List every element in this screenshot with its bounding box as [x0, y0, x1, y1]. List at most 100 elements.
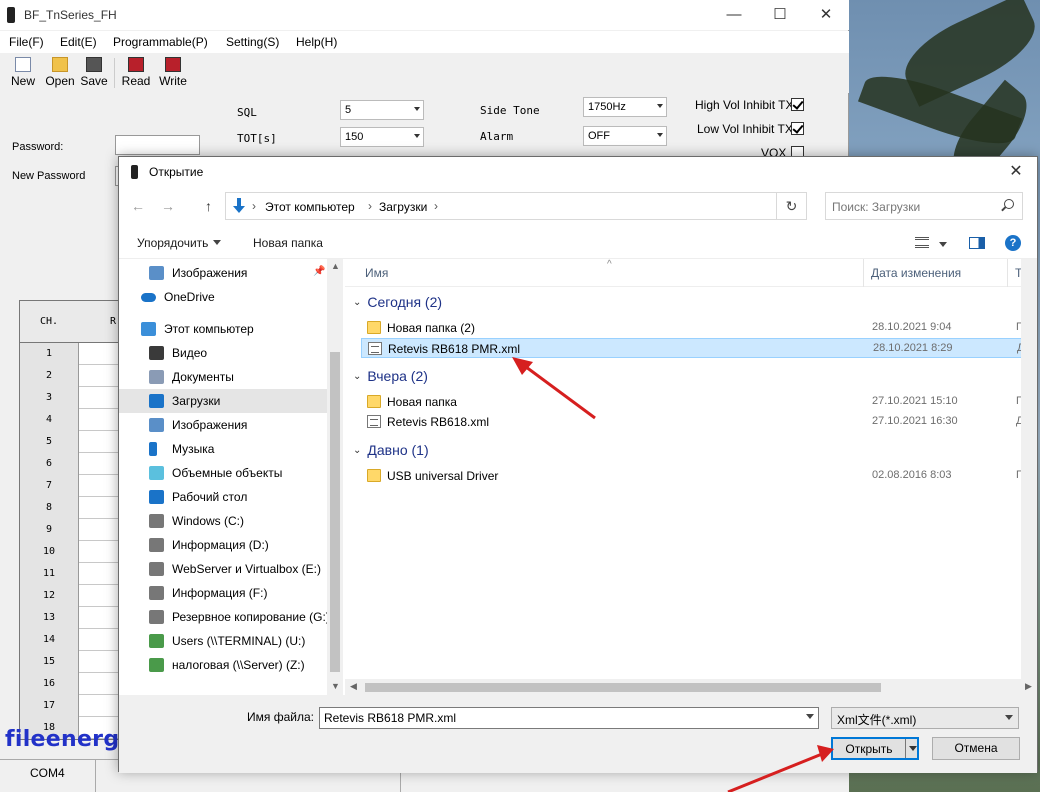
file-row[interactable]: USB universal Driver02.08.2016 8:03Папка [361, 466, 1037, 486]
sidebar-item[interactable]: OneDrive [119, 285, 327, 309]
sidebar-item[interactable]: Музыка [119, 437, 327, 461]
table-row[interactable]: 11 [20, 563, 120, 585]
sidebar-item[interactable]: Объемные объекты [119, 461, 327, 485]
table-row[interactable]: 6 [20, 453, 120, 475]
menu-setting[interactable]: Setting(S) [226, 35, 279, 49]
search-box[interactable]: Поиск: Загрузки [825, 192, 1023, 220]
organize-label: Упорядочить [137, 236, 209, 250]
tot-select[interactable]: 150 [340, 127, 424, 147]
sidebar-item[interactable]: Рабочий стол [119, 485, 327, 509]
low-vol-inhibit-checkbox[interactable] [791, 122, 804, 135]
column-separator[interactable] [1007, 259, 1008, 287]
maximize-button[interactable]: ☐ [757, 0, 803, 30]
table-row[interactable]: 14 [20, 629, 120, 651]
cancel-button[interactable]: Отмена [932, 737, 1020, 760]
filename-history-chevron-icon[interactable] [806, 714, 814, 719]
file-row[interactable]: Новая папка (2)28.10.2021 9:04Папка [361, 318, 1037, 338]
breadcrumb-this-pc[interactable]: Этот компьютер [265, 200, 355, 214]
file-type-filter[interactable]: Xml文件(*.xml) [831, 707, 1019, 729]
file-group-header[interactable]: ⌄ Вчера (2) [353, 368, 428, 384]
sidebar-item[interactable]: Изображения [119, 413, 327, 437]
table-row[interactable]: 9 [20, 519, 120, 541]
table-row[interactable]: 1 [20, 343, 120, 365]
sidebar-item[interactable]: WebServer и Virtualbox (E:) [119, 557, 327, 581]
menu-edit[interactable]: Edit(E) [60, 35, 97, 49]
table-row[interactable]: 5 [20, 431, 120, 453]
table-row[interactable]: 10 [20, 541, 120, 563]
table-row[interactable]: 2 [20, 365, 120, 387]
preview-pane-icon[interactable] [969, 237, 985, 249]
table-row[interactable]: 12 [20, 585, 120, 607]
scroll-right-arrow-icon[interactable]: ▶ [1025, 681, 1032, 692]
open-button[interactable]: Open [44, 57, 76, 88]
close-button[interactable]: ✕ [803, 0, 849, 30]
new-folder-button[interactable]: Новая папка [253, 236, 323, 250]
column-name[interactable]: Имя [365, 266, 388, 280]
column-date[interactable]: Дата изменения [871, 266, 961, 280]
view-mode-icon[interactable] [915, 237, 929, 248]
file-row[interactable]: Retevis RB618.xml27.10.2021 16:30Докумен… [361, 412, 1037, 432]
sidebar-item[interactable]: Информация (D:) [119, 533, 327, 557]
table-row[interactable]: 15 [20, 651, 120, 673]
dialog-close-button[interactable]: ✕ [1003, 161, 1029, 183]
sidebar-item[interactable]: налоговая (\\Server) (Z:) [119, 653, 327, 677]
column-separator[interactable] [863, 259, 864, 287]
open-button[interactable]: Открыть [831, 737, 919, 760]
horizontal-scroll-thumb[interactable] [365, 683, 881, 692]
address-bar[interactable]: › Этот компьютер › Загрузки › ⌄ [225, 192, 872, 220]
table-row[interactable]: 16 [20, 673, 120, 695]
sidebar-item[interactable]: Информация (F:) [119, 581, 327, 605]
filename-input[interactable]: Retevis RB618 PMR.xml [319, 707, 819, 729]
group-collapse-chevron-icon[interactable]: ⌄ [353, 445, 361, 456]
group-collapse-chevron-icon[interactable]: ⌄ [353, 371, 361, 382]
back-arrow-icon[interactable]: ← [131, 198, 145, 214]
pin-icon[interactable]: 📌 [313, 266, 325, 277]
sidebar-item[interactable]: Документы [119, 365, 327, 389]
file-list-horizontal-scrollbar[interactable]: ◀ ▶ [345, 679, 1037, 695]
sidebar-item[interactable]: Этот компьютер [119, 317, 327, 341]
password-input[interactable] [115, 135, 200, 155]
scroll-left-arrow-icon[interactable]: ◀ [350, 681, 357, 692]
file-group-header[interactable]: ⌄ Давно (1) [353, 442, 429, 458]
breadcrumb-downloads[interactable]: Загрузки [379, 200, 427, 214]
save-button[interactable]: Save [80, 57, 108, 88]
minimize-button[interactable]: — [711, 0, 757, 30]
table-row[interactable]: 7 [20, 475, 120, 497]
alarm-select[interactable]: OFF [583, 126, 667, 146]
forward-arrow-icon[interactable]: → [161, 198, 175, 214]
navigation-pane-scroll-thumb[interactable] [330, 352, 340, 672]
file-row[interactable]: Retevis RB618 PMR.xml28.10.2021 8:29Доку… [361, 338, 1037, 358]
help-icon[interactable]: ? [1005, 235, 1021, 251]
sidebar-item[interactable]: Видео [119, 341, 327, 365]
file-row[interactable]: Новая папка27.10.2021 15:10Папка [361, 392, 1037, 412]
refresh-button[interactable]: ↻ [777, 192, 807, 220]
table-row[interactable]: 3 [20, 387, 120, 409]
read-button[interactable]: Read [121, 57, 151, 88]
up-arrow-icon[interactable]: ↑ [205, 198, 212, 214]
write-button[interactable]: Write [158, 57, 188, 88]
organize-menu-button[interactable]: Упорядочить [137, 236, 222, 250]
sidebar-item[interactable]: Изображения 📌 [119, 261, 327, 285]
scroll-down-arrow-icon[interactable]: ▼ [331, 681, 340, 691]
sidebar-item[interactable]: Windows (C:) [119, 509, 327, 533]
table-row[interactable]: 8 [20, 497, 120, 519]
sql-select[interactable]: 5 [340, 100, 424, 120]
menu-file[interactable]: File(F) [9, 35, 44, 49]
sidebar-item[interactable]: Загрузки [119, 389, 327, 413]
sidebar-item[interactable]: Users (\\TERMINAL) (U:) [119, 629, 327, 653]
table-row[interactable]: 17 [20, 695, 120, 717]
scroll-up-arrow-icon[interactable]: ▲ [331, 261, 340, 271]
table-row[interactable]: 4 [20, 409, 120, 431]
file-group-header[interactable]: ⌄ Сегодня (2) [353, 294, 442, 310]
file-list-vertical-scrollbar[interactable] [1021, 259, 1037, 679]
group-collapse-chevron-icon[interactable]: ⌄ [353, 297, 361, 308]
view-mode-chevron-icon[interactable] [939, 242, 947, 247]
high-vol-inhibit-checkbox[interactable] [791, 98, 804, 111]
sidebar-item[interactable]: Резервное копирование (G:) [119, 605, 330, 629]
table-row[interactable]: 13 [20, 607, 120, 629]
new-button[interactable]: New [10, 57, 36, 88]
menu-help[interactable]: Help(H) [296, 35, 337, 49]
open-options-chevron-icon[interactable] [909, 746, 917, 751]
menu-programmable[interactable]: Programmable(P) [113, 35, 208, 49]
side-tone-select[interactable]: 1750Hz [583, 97, 667, 117]
